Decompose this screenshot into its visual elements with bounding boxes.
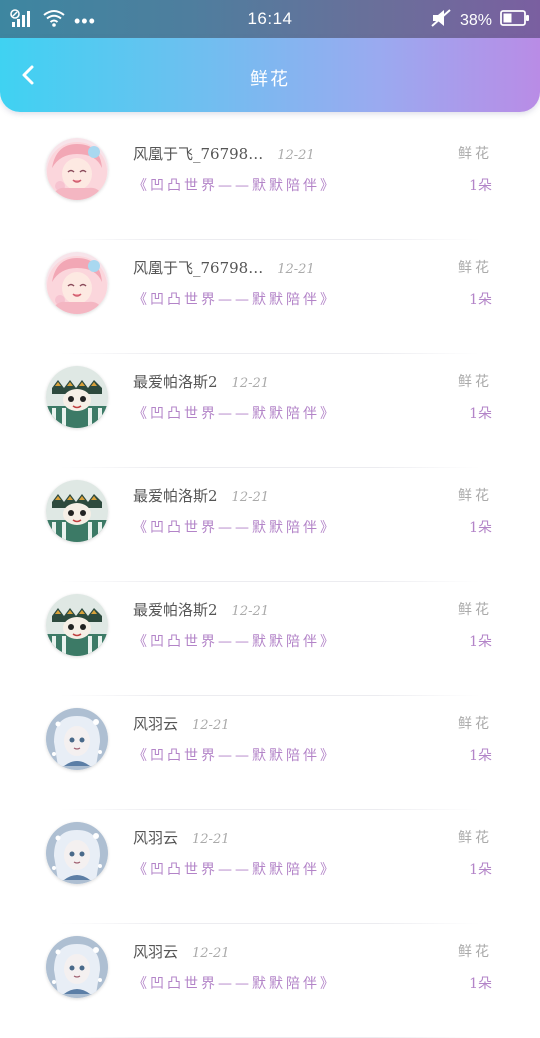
gift-date: 12-21 <box>277 148 315 163</box>
user-name: 风羽云 12-21 <box>133 713 230 734</box>
avatar-pink[interactable] <box>46 138 108 200</box>
album-title: 《凹凸世界——默默陪伴》 <box>133 520 337 536</box>
avatar-pink[interactable] <box>46 252 108 314</box>
header-bar: 鲜花 <box>0 38 540 112</box>
user-name-text: 风羽云 <box>133 829 179 847</box>
album-title: 《凹凸世界——默默陪伴》 <box>133 634 337 650</box>
gift-date: 12-21 <box>192 946 230 961</box>
gift-date: 12-21 <box>192 718 230 733</box>
list-item[interactable]: 风羽云 12-21 《凹凸世界——默默陪伴》 鲜花 1朵 <box>0 924 540 1038</box>
gift-count: 1朵 <box>469 292 492 308</box>
avatar-green[interactable] <box>46 480 108 542</box>
avatar-green[interactable] <box>46 366 108 428</box>
gift-count: 1朵 <box>469 862 492 878</box>
album-title: 《凹凸世界——默默陪伴》 <box>133 862 337 878</box>
gift-count: 1朵 <box>469 634 492 650</box>
gift-date: 12-21 <box>231 490 270 505</box>
album-title: 《凹凸世界——默默陪伴》 <box>133 292 337 308</box>
mute-icon <box>430 8 452 33</box>
user-name-text: 风羽云 <box>133 943 179 961</box>
battery-percent: 38% <box>459 11 492 29</box>
user-name: 风凰于飞_76798… 12-21 <box>133 143 315 164</box>
gift-count: 1朵 <box>469 520 492 536</box>
user-name-text: 风凰于飞_76798… <box>133 145 264 163</box>
list-item[interactable]: 最爱帕洛斯2 12-21 《凹凸世界——默默陪伴》 鲜花 1朵 <box>0 582 540 696</box>
gift-type: 鲜花 <box>458 374 492 390</box>
user-name: 风羽云 12-21 <box>133 941 230 962</box>
gift-list: 风凰于飞_76798… 12-21 《凹凸世界——默默陪伴》 鲜花 1朵 风凰于飞… <box>0 126 540 1038</box>
gift-date: 12-21 <box>231 604 270 619</box>
gift-type: 鲜花 <box>458 716 492 732</box>
avatar-blue[interactable] <box>46 936 108 998</box>
gift-date: 12-21 <box>277 262 315 277</box>
page-title: 鲜花 <box>250 69 290 90</box>
gift-count: 1朵 <box>469 976 492 992</box>
list-item[interactable]: 最爱帕洛斯2 12-21 《凹凸世界——默默陪伴》 鲜花 1朵 <box>0 468 540 582</box>
user-name: 风凰于飞_76798… 12-21 <box>133 257 315 278</box>
album-title: 《凹凸世界——默默陪伴》 <box>133 406 337 422</box>
status-bar: ••• 16:14 38% <box>0 0 540 38</box>
album-title: 《凹凸世界——默默陪伴》 <box>133 748 337 764</box>
gift-type: 鲜花 <box>458 830 492 846</box>
list-item[interactable]: 风羽云 12-21 《凹凸世界——默默陪伴》 鲜花 1朵 <box>0 810 540 924</box>
list-item[interactable]: 风凰于飞_76798… 12-21 《凹凸世界——默默陪伴》 鲜花 1朵 <box>0 240 540 354</box>
user-name: 风羽云 12-21 <box>133 827 230 848</box>
list-item[interactable]: 风凰于飞_76798… 12-21 《凹凸世界——默默陪伴》 鲜花 1朵 <box>0 126 540 240</box>
album-title: 《凹凸世界——默默陪伴》 <box>133 976 337 992</box>
user-name: 最爱帕洛斯2 12-21 <box>133 371 269 392</box>
list-item[interactable]: 风羽云 12-21 《凹凸世界——默默陪伴》 鲜花 1朵 <box>0 696 540 810</box>
gift-count: 1朵 <box>469 406 492 422</box>
album-title: 《凹凸世界——默默陪伴》 <box>133 178 337 194</box>
gift-type: 鲜花 <box>458 488 492 504</box>
gift-type: 鲜花 <box>458 602 492 618</box>
gift-date: 12-21 <box>192 832 230 847</box>
user-name-text: 最爱帕洛斯2 <box>133 487 218 505</box>
gift-type: 鲜花 <box>458 260 492 276</box>
avatar-blue[interactable] <box>46 822 108 884</box>
status-right: 38% <box>430 8 530 33</box>
user-name: 最爱帕洛斯2 12-21 <box>133 599 269 620</box>
gift-count: 1朵 <box>469 178 492 194</box>
user-name-text: 风凰于飞_76798… <box>133 259 264 277</box>
avatar-green[interactable] <box>46 594 108 656</box>
gift-date: 12-21 <box>231 376 270 391</box>
user-name: 最爱帕洛斯2 12-21 <box>133 485 269 506</box>
gift-type: 鲜花 <box>458 146 492 162</box>
list-item[interactable]: 最爱帕洛斯2 12-21 《凹凸世界——默默陪伴》 鲜花 1朵 <box>0 354 540 468</box>
battery-icon <box>500 9 530 32</box>
gift-type: 鲜花 <box>458 944 492 960</box>
user-name-text: 最爱帕洛斯2 <box>133 601 218 619</box>
user-name-text: 最爱帕洛斯2 <box>133 373 218 391</box>
avatar-blue[interactable] <box>46 708 108 770</box>
gift-count: 1朵 <box>469 748 492 764</box>
user-name-text: 风羽云 <box>133 715 179 733</box>
